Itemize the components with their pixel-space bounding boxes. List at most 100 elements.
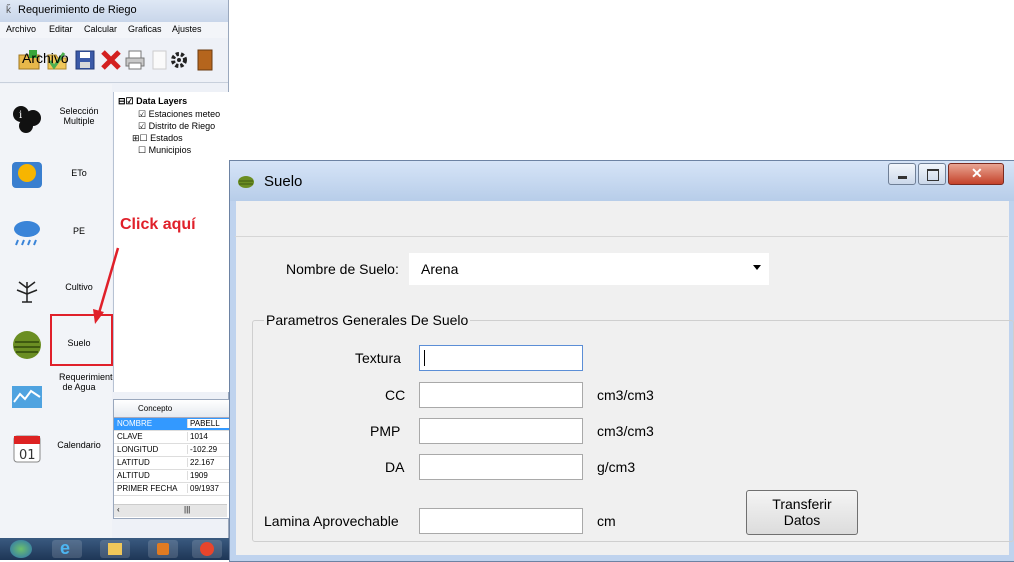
scroll-left-icon[interactable]: ‹ [117,505,120,514]
background-app-window: ǩ Requerimiento de Riego Archivo Editar … [0,0,230,560]
sidebar-item-cultivo[interactable]: Cultivo [4,264,108,314]
table-row[interactable]: CLAVE 1014 [114,431,229,444]
text-caret [424,350,425,366]
grid-value: 1909 [187,471,230,480]
close-icon: ✕ [971,165,983,181]
properties-grid: Concepto NOMBRE PABELL CLAVE 1014 LONGITUD… [113,399,230,519]
explorer-taskbar-icon[interactable] [100,540,130,558]
sun-icon [12,160,42,190]
chrome-taskbar-icon[interactable] [192,540,222,558]
grid-hscrollbar[interactable]: ‹ ||| [114,504,227,517]
lamina-label: Lamina Aprovechable [264,513,399,529]
sidebar-item-label: PE [72,226,85,236]
da-input[interactable] [419,454,583,480]
tree-node-municipios[interactable]: ☐ Municipios [138,145,191,156]
tree-node-label: Estaciones meteo [148,109,221,119]
dialog-title: Suelo [264,173,303,190]
sidebar-item-pe[interactable]: PE [4,208,108,258]
minimize-button[interactable] [888,163,916,185]
parametros-group-title: Parametros Generales De Suelo [264,312,471,328]
grid-key: LONGITUD [117,445,159,454]
menu-graficas[interactable]: Graficas [128,24,162,34]
tree-node-estados[interactable]: ⊞☐ Estados [132,133,183,144]
gear-icon[interactable] [168,49,190,71]
exit-door-icon[interactable] [194,49,216,71]
table-row[interactable]: LONGITUD -102.29 [114,444,229,457]
browser-taskbar-icon[interactable]: e [52,538,82,558]
table-row[interactable]: NOMBRE PABELL [114,418,230,431]
tree-root[interactable]: ⊟☑ Data Layers [118,96,187,107]
svg-text:01: 01 [19,448,36,463]
sidebar: i Selección Multiple ETo PE Cultivo Suel… [0,84,123,539]
menu-archivo-bg[interactable]: Archivo [6,24,36,34]
pmp-unit: cm3/cm3 [597,423,654,439]
grid-header-concepto: Concepto [138,404,173,413]
tree-node-label: Municipios [148,145,192,155]
transferir-datos-button[interactable]: Transferir Datos [746,490,858,535]
sidebar-item-calendario[interactable]: 01 Calendario [4,424,108,474]
rain-icon [12,218,42,248]
background-titlebar: ǩ Requerimiento de Riego [0,0,228,22]
info-icon: i [12,104,42,134]
grid-value: 1014 [187,432,230,441]
sidebar-item-label: Cultivo [65,282,93,292]
da-unit: g/cm3 [597,459,636,475]
grid-key: CLAVE [117,432,143,441]
nombre-suelo-value: Arena [421,261,459,277]
grid-value: 22.167 [187,458,230,467]
sidebar-item-eto[interactable]: ETo [4,150,108,200]
close-button[interactable]: ✕ [948,163,1004,185]
sidebar-item-label: Calendario [57,440,101,450]
lamina-input[interactable] [419,508,583,534]
soil-icon [12,330,42,360]
dialog-titlebar[interactable]: Suelo ✕ [230,161,1014,201]
background-menubar: Archivo Editar Calcular Graficas Ajustes [0,22,228,38]
svg-text:i: i [19,110,22,121]
menu-calcular[interactable]: Calcular [84,24,117,34]
save-icon[interactable] [74,49,96,71]
grid-key: ALTITUD [117,471,150,480]
delete-icon[interactable] [100,49,122,71]
start-button[interactable] [10,540,32,558]
background-app-title: Requerimiento de Riego [18,4,137,16]
menu-archivo[interactable]: Archivo [22,50,69,66]
pmp-input[interactable] [419,418,583,444]
table-row[interactable]: LATITUD 22.167 [114,457,229,470]
tree-node-estaciones[interactable]: ☑ Estaciones meteo [138,109,220,120]
sidebar-item-requerimientos-agua[interactable]: Requerimientos de Agua [4,372,123,422]
sidebar-item-label: ETo [71,168,87,178]
scroll-thumb-icon[interactable]: ||| [184,505,190,514]
table-row[interactable]: ALTITUD 1909 [114,470,229,483]
tree-node-distrito[interactable]: ☑ Distrito de Riego [138,121,215,132]
cc-input[interactable] [419,382,583,408]
cc-unit: cm3/cm3 [597,387,654,403]
menu-ajustes[interactable]: Ajustes [172,24,202,34]
tree-node-label: Distrito de Riego [148,121,216,131]
chevron-down-icon [753,265,761,270]
sidebar-item-seleccion-multiple[interactable]: i Selección Multiple [4,94,108,144]
maximize-icon [927,169,939,181]
nombre-suelo-select[interactable]: Arena [409,253,769,285]
grid-key: NOMBRE [117,419,153,428]
nombre-suelo-label: Nombre de Suelo: [286,261,399,277]
layer-tree: ⊟☑ Data Layers ☑ Estaciones meteo ☑ Dist… [113,92,229,392]
print-icon[interactable] [124,49,146,71]
transferir-line2: Datos [783,512,821,528]
da-label: DA [385,459,405,475]
calendar-icon: 01 [12,434,42,464]
document-icon[interactable] [148,49,170,71]
app-taskbar-icon[interactable] [148,540,178,558]
maximize-button[interactable] [918,163,946,185]
transferir-line1: Transferir [772,496,832,512]
pmp-label: PMP [370,423,401,439]
click-here-annotation: Click aquí [120,216,196,233]
plant-icon [12,274,42,304]
menu-editar[interactable]: Editar [49,24,73,34]
lamina-unit: cm [597,513,616,529]
app-icon: ǩ [6,5,11,16]
water-chart-icon [12,382,42,412]
textura-input[interactable] [419,345,583,371]
table-row[interactable]: PRIMER FECHA 09/1937 [114,483,229,496]
sidebar-item-label: Requerimientos de Agua [59,372,123,392]
grid-value: 09/1937 [187,484,230,493]
